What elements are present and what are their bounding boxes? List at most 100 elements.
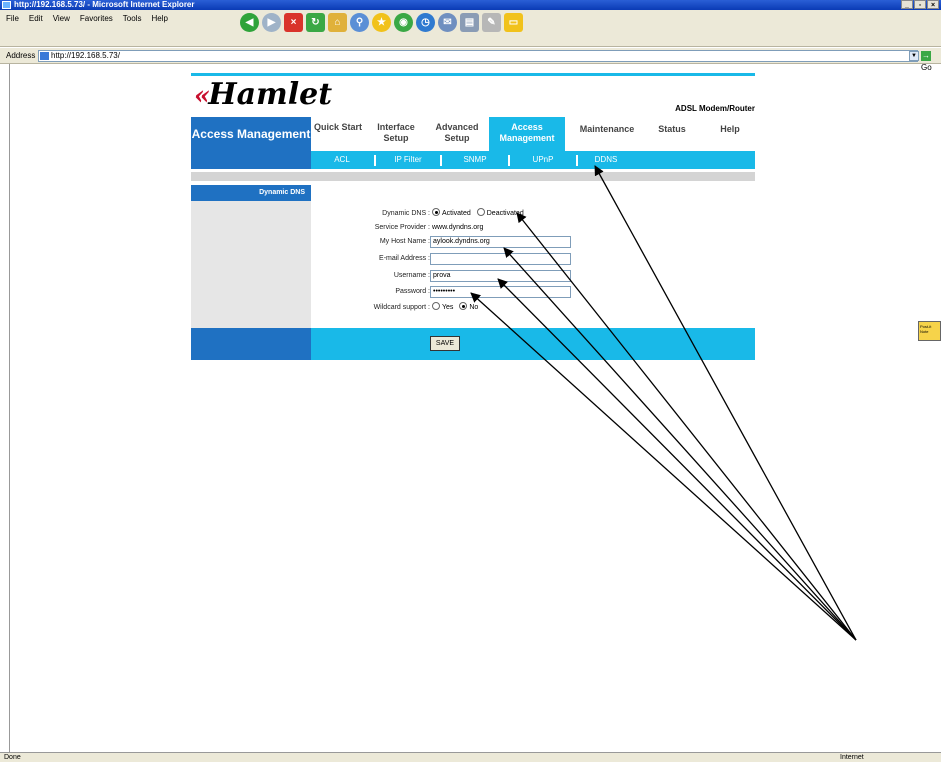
nav-advanced-setup[interactable]: Advanced Setup [427,117,487,151]
window-controls: _ ▫ × [901,0,939,10]
username-label: Username : [393,272,430,279]
service-provider-label: Service Provider : [374,224,430,231]
divider-band [191,172,755,181]
close-button[interactable]: × [927,0,939,9]
media-icon[interactable]: ◉ [394,12,413,32]
deactivated-radio[interactable] [476,208,485,216]
ie-icon [2,1,11,9]
logo-chevron-icon: « [194,81,210,111]
deactivated-label: Deactivated [486,210,524,217]
dynamic-dns-options: Activated Deactivated [432,208,524,220]
mail-icon[interactable]: ✉ [438,12,457,32]
subnav-separator [576,155,578,166]
host-name-row: My Host Name : [330,236,430,248]
menu-file[interactable]: File [6,12,19,26]
host-name-label: My Host Name : [379,238,430,245]
subnav-ip-filter[interactable]: IP Filter [377,151,439,169]
service-provider-row: Service Provider : [330,222,430,234]
address-bar: Address http://192.168.5.73/ ▼ → Go [0,48,941,72]
sidebar [191,201,311,328]
sidebar-title: Dynamic DNS [191,185,311,201]
refresh-icon[interactable]: ↻ [306,12,325,32]
annotation-arrows [470,165,857,641]
subnav-snmp[interactable]: SNMP [443,151,507,169]
go-arrow-icon: → [921,51,931,61]
wildcard-options: Yes No [432,302,478,314]
wildcard-label: Wildcard support : [373,304,430,311]
section-title: Access Management [191,117,311,169]
history-icon[interactable]: ◷ [416,12,435,32]
security-zone: Internet [840,754,864,761]
email-row: E-mail Address : [330,253,430,265]
address-label: Address [6,51,36,60]
username-input[interactable]: prova [430,270,571,282]
forward-icon[interactable]: ▶ [262,12,281,32]
menu-bar: File Edit View Favorites Tools Help [6,12,168,26]
sticky-note-label: Post-it Note [920,324,932,334]
subnav-separator [374,155,376,166]
go-label: Go [921,63,932,72]
address-dropdown-icon[interactable]: ▼ [909,51,919,61]
go-button[interactable]: → Go [921,50,941,72]
status-text: Done [4,754,21,761]
brand-logo: «Hamlet [194,77,333,112]
print-icon[interactable]: ▤ [460,12,479,32]
wildcard-row: Wildcard support : [330,302,430,314]
wildcard-yes-radio[interactable] [432,302,440,310]
restore-button[interactable]: ▫ [914,0,926,9]
host-name-input[interactable]: aylook.dyndns.org [430,236,571,248]
email-label: E-mail Address : [379,255,430,262]
password-label: Password : [395,288,430,295]
footer-left [191,328,311,360]
save-button[interactable]: SAVE [430,336,460,351]
password-input[interactable]: ••••••••• [430,286,571,298]
subnav-upnp[interactable]: UPnP [511,151,575,169]
nav-status[interactable]: Status [647,117,697,151]
minimize-button[interactable]: _ [901,0,913,9]
product-name: ADSL Modem/Router [675,104,755,113]
nav-help[interactable]: Help [707,117,753,151]
main-navigation: Quick Start Interface Setup Advanced Set… [311,117,755,151]
wildcard-yes-label: Yes [442,304,454,311]
footer-bar [311,328,755,360]
stop-icon[interactable]: × [284,12,303,32]
favorites-icon[interactable]: ★ [372,12,391,32]
service-provider-value: www.dyndns.org [432,224,484,231]
email-input[interactable] [430,253,571,265]
menu-tools[interactable]: Tools [123,12,142,26]
subnav-separator [508,155,510,166]
edit-icon[interactable]: ✎ [482,12,501,32]
menu-view[interactable]: View [53,12,70,26]
home-icon[interactable]: ⌂ [328,12,347,32]
folder-icon[interactable]: ▭ [504,12,523,32]
menu-help[interactable]: Help [151,12,167,26]
wildcard-no-label: No [469,304,479,311]
page-left-edge [0,64,10,752]
nav-access-management[interactable]: Access Management [489,117,565,151]
header-stripe [191,73,755,76]
brand-name: Hamlet [208,77,333,112]
password-row: Password : [330,286,430,298]
menu-favorites[interactable]: Favorites [80,12,113,26]
nav-maintenance[interactable]: Maintenance [569,117,645,151]
search-icon[interactable]: ⚲ [350,12,369,32]
address-url: http://192.168.5.73/ [51,51,120,60]
activated-radio[interactable] [432,208,440,216]
navigation-buttons: ◀ ▶ × ↻ ⌂ ⚲ ★ ◉ ◷ ✉ ▤ ✎ ▭ [240,11,523,33]
dynamic-dns-row: Dynamic DNS : [330,208,430,220]
page-icon [40,52,49,60]
subnav-acl[interactable]: ACL [311,151,373,169]
subnav-ddns[interactable]: DDNS [579,151,633,169]
menu-edit[interactable]: Edit [29,12,43,26]
status-bar: Done Internet [0,752,941,762]
sub-navigation: ACL IP Filter SNMP UPnP DDNS [311,151,755,169]
nav-interface-setup[interactable]: Interface Setup [367,117,425,151]
back-icon[interactable]: ◀ [240,12,259,32]
username-row: Username : [330,270,430,282]
address-input[interactable]: http://192.168.5.73/ [38,50,918,62]
nav-quick-start[interactable]: Quick Start [311,117,365,151]
wildcard-no-radio[interactable] [459,302,468,310]
dynamic-dns-label: Dynamic DNS : [382,210,430,217]
sticky-note-icon[interactable]: Post-it Note [918,321,941,341]
window-titlebar: http://192.168.5.73/ - Microsoft Interne… [0,0,941,10]
